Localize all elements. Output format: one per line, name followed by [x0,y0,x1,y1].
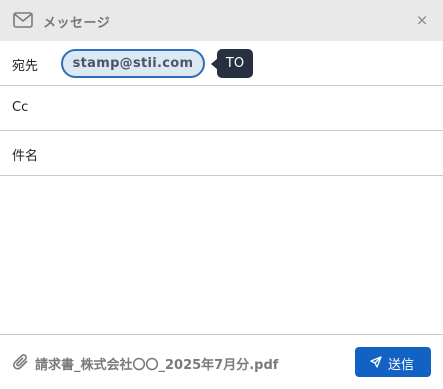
message-body-area[interactable] [0,176,443,334]
to-field-row[interactable]: 宛先 stamp@stii.com TO [0,41,443,86]
paperclip-icon [13,354,28,370]
recipient-chip[interactable]: stamp@stii.com [61,49,205,78]
subject-field-row[interactable]: 件名 [0,131,443,176]
subject-label: 件名 [12,149,39,164]
cc-label: Cc [12,100,29,115]
send-button-label: 送信 [388,358,415,373]
close-icon[interactable]: × [415,10,429,30]
cc-field-row[interactable]: Cc [0,86,443,131]
send-button[interactable]: 送信 [355,347,431,377]
attachment-filename[interactable]: 請求書_株式会社〇〇_2025年7月分.pdf [35,354,278,373]
window-title: メッセージ [43,16,111,31]
to-label: 宛先 [12,59,39,74]
mail-icon [13,12,33,28]
send-icon [370,356,382,368]
window-titlebar: メッセージ × [0,0,443,41]
compose-footer: 請求書_株式会社〇〇_2025年7月分.pdf 送信 [0,334,443,389]
to-tooltip: TO [217,49,253,78]
